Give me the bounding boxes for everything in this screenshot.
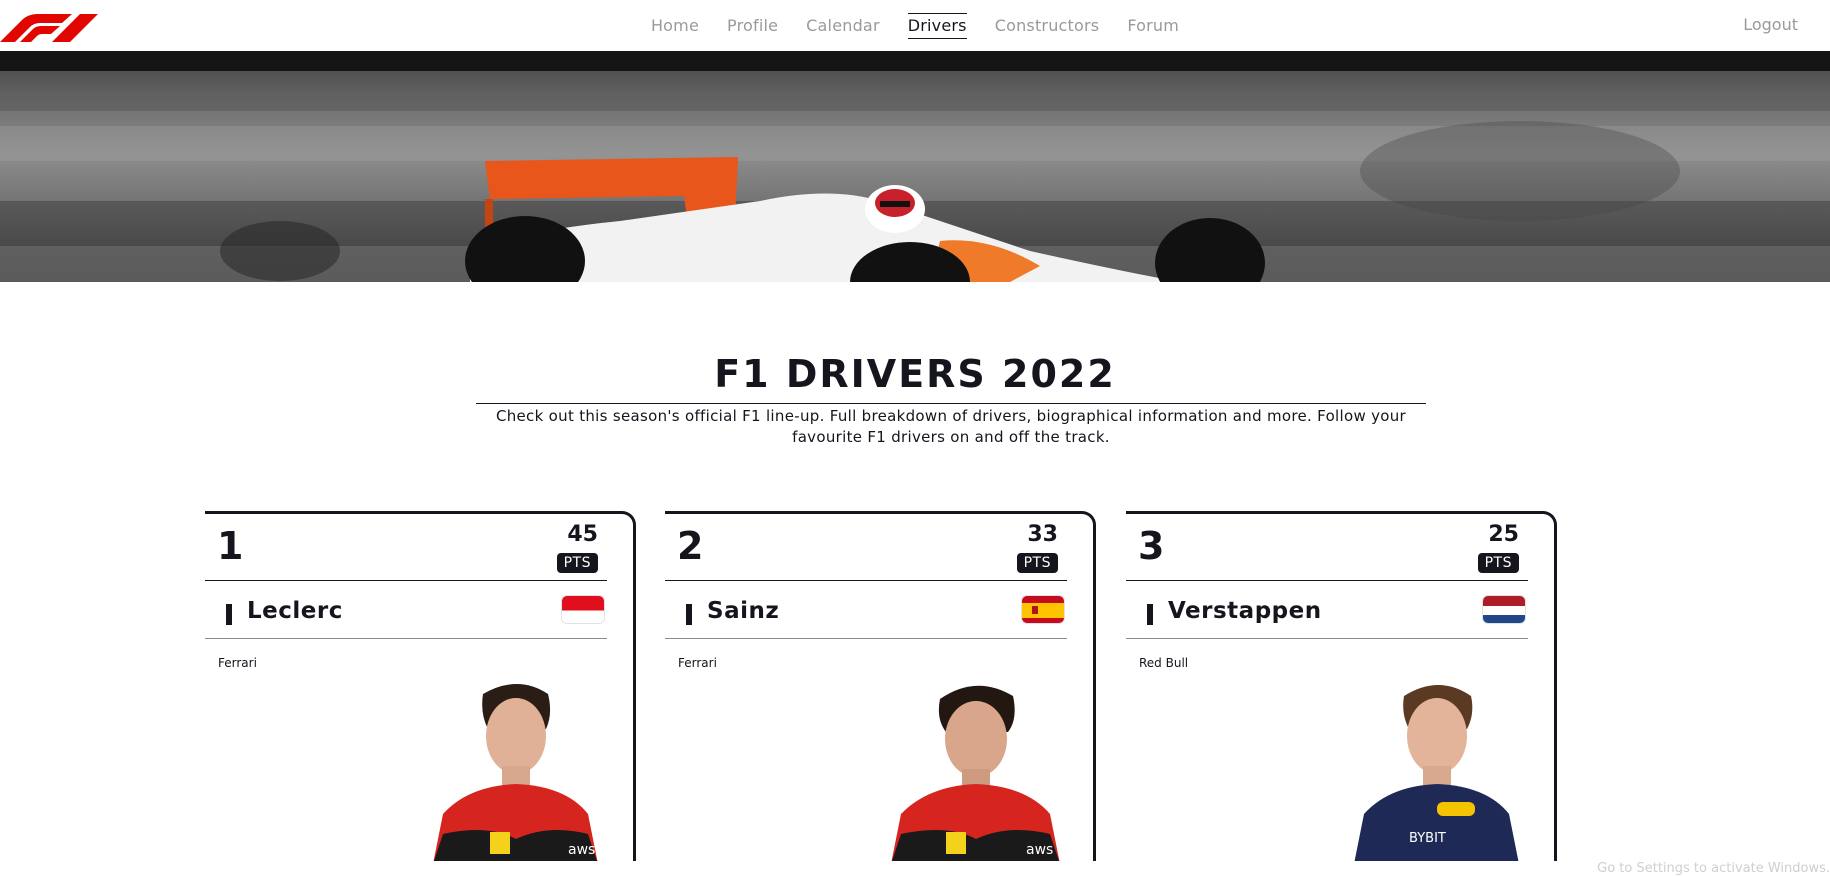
driver-rank: 1 <box>217 524 244 568</box>
card-divider <box>1126 638 1528 639</box>
team-name: Red Bull <box>1139 656 1189 670</box>
driver-rank: 2 <box>677 524 704 568</box>
driver-portrait: aws <box>428 674 603 861</box>
nav-forum-link[interactable]: Forum <box>1127 14 1179 38</box>
svg-text:BYBIT: BYBIT <box>1409 831 1446 846</box>
driver-portrait: BYBIT <box>1349 674 1524 861</box>
nav-calendar-link[interactable]: Calendar <box>806 14 880 38</box>
page-title: F1 DRIVERS 2022 <box>714 352 1116 396</box>
card-divider <box>665 638 1067 639</box>
spain-flag-icon <box>1021 595 1065 624</box>
card-divider <box>665 580 1067 581</box>
driver-card[interactable]: 3 25 PTS Verstappen Red Bull BYBIT <box>1126 511 1557 861</box>
logout-link[interactable]: Logout <box>1743 15 1798 34</box>
name-accent-bar <box>226 604 232 625</box>
main-nav: Home Profile Calendar Drivers Constructo… <box>0 0 1830 51</box>
driver-points: 33 <box>1027 522 1058 547</box>
nav-drivers-link[interactable]: Drivers <box>907 12 967 39</box>
monaco-flag-icon <box>561 595 605 624</box>
os-activation-watermark: Go to Settings to activate Windows. <box>1597 861 1830 876</box>
driver-points: 25 <box>1488 522 1519 547</box>
nav-profile-link[interactable]: Profile <box>727 14 778 38</box>
pts-badge: PTS <box>1477 553 1519 573</box>
driver-name: Leclerc <box>247 598 343 624</box>
name-accent-bar <box>686 604 692 625</box>
name-accent-bar <box>1147 604 1153 625</box>
race-car-image <box>0 51 1830 282</box>
card-divider <box>1126 580 1528 581</box>
nav-home-link[interactable]: Home <box>651 14 699 38</box>
driver-points: 45 <box>567 522 598 547</box>
svg-text:aws: aws <box>568 842 595 858</box>
page-subtitle: Check out this season's official F1 line… <box>495 407 1407 446</box>
driver-card[interactable]: 1 45 PTS Leclerc Ferrari aws <box>205 511 636 861</box>
team-name: Ferrari <box>678 656 717 670</box>
driver-name: Sainz <box>707 598 780 624</box>
hero-banner <box>0 51 1830 282</box>
card-divider <box>205 638 607 639</box>
driver-name: Verstappen <box>1168 598 1322 624</box>
card-divider <box>205 580 607 581</box>
netherlands-flag-icon <box>1482 595 1526 624</box>
driver-portrait: aws <box>888 674 1063 861</box>
driver-card[interactable]: 2 33 PTS Sainz Ferrari aws <box>665 511 1096 861</box>
svg-text:aws: aws <box>1026 842 1053 858</box>
pts-badge: PTS <box>556 553 598 573</box>
nav-constructors-link[interactable]: Constructors <box>995 14 1100 38</box>
driver-rank: 3 <box>1138 524 1165 568</box>
title-divider <box>476 403 1426 404</box>
team-name: Ferrari <box>218 656 257 670</box>
top-navbar: Home Profile Calendar Drivers Constructo… <box>0 0 1830 51</box>
pts-badge: PTS <box>1016 553 1058 573</box>
